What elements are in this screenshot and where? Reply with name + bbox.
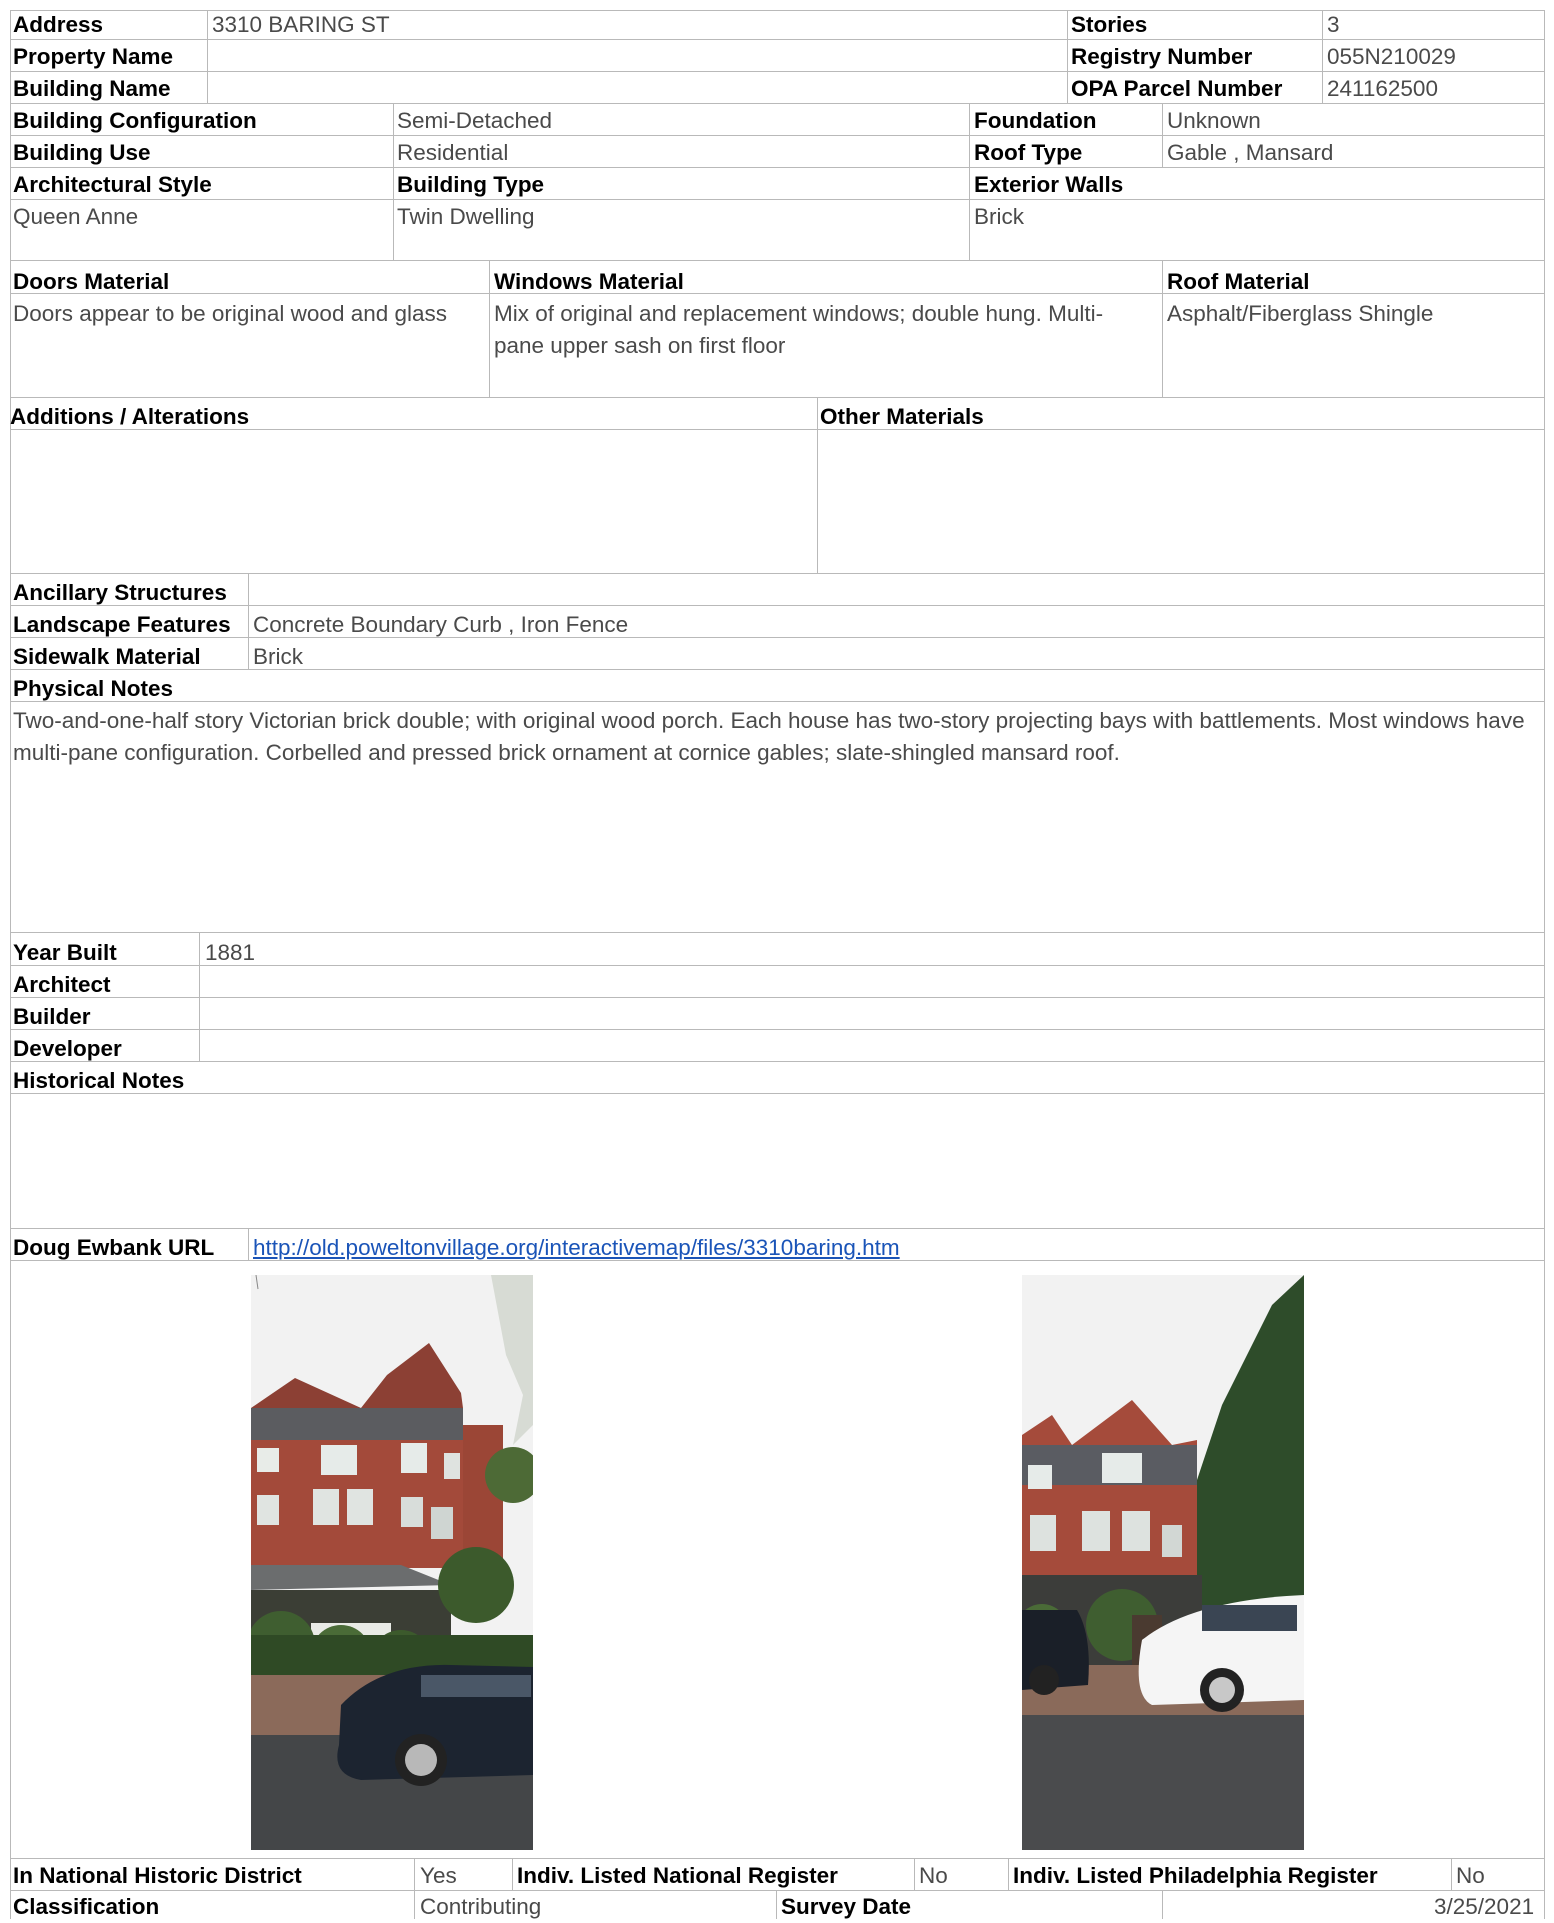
national-historic-district-label: In National Historic District <box>13 1863 302 1888</box>
philadelphia-register-value: No <box>1456 1863 1485 1888</box>
national-register-label: Indiv. Listed National Register <box>517 1863 838 1888</box>
foundation-value: Unknown <box>1167 108 1261 133</box>
historical-notes-label: Historical Notes <box>13 1068 185 1093</box>
grid-line <box>207 10 208 103</box>
grid-line <box>248 573 249 669</box>
grid-line <box>1162 1890 1163 1919</box>
classification-value: Contributing <box>420 1894 542 1919</box>
grid-line <box>1451 1858 1452 1890</box>
building-config-value: Semi-Detached <box>397 108 553 133</box>
building-config-label: Building Configuration <box>13 108 257 133</box>
builder-label: Builder <box>13 1004 91 1029</box>
year-built-label: Year Built <box>13 940 117 965</box>
landscape-features-value: Concrete Boundary Curb , Iron Fence <box>253 612 629 637</box>
roof-type-label: Roof Type <box>974 140 1083 165</box>
grid-line <box>10 1228 1544 1229</box>
additions-label: Additions / Alterations <box>10 404 250 429</box>
grid-line <box>817 397 818 573</box>
grid-line <box>10 199 1544 200</box>
grid-line <box>1008 1858 1009 1890</box>
grid-line <box>10 997 1544 998</box>
opa-parcel-value: 241162500 <box>1327 76 1438 101</box>
grid-line <box>10 932 1544 933</box>
doug-ewbank-url-label: Doug Ewbank URL <box>13 1235 215 1260</box>
building-use-label: Building Use <box>13 140 151 165</box>
doors-material-label: Doors Material <box>13 269 170 294</box>
grid-line <box>1067 10 1068 103</box>
grid-line <box>1322 10 1323 103</box>
doors-material-value: Doors appear to be original wood and gla… <box>13 301 448 326</box>
stories-value: 3 <box>1327 12 1340 37</box>
building-photo-left <box>251 1275 533 1850</box>
grid-line <box>414 1858 415 1919</box>
grid-line <box>10 103 1544 104</box>
grid-line <box>10 701 1544 702</box>
classification-label: Classification <box>13 1894 160 1919</box>
property-name-label: Property Name <box>13 44 174 69</box>
opa-parcel-label: OPA Parcel Number <box>1071 76 1283 101</box>
windows-material-label: Windows Material <box>494 269 684 294</box>
landscape-features-label: Landscape Features <box>13 612 231 637</box>
grid-line <box>393 103 394 260</box>
grid-line <box>199 932 200 1061</box>
grid-line <box>10 71 1544 72</box>
exterior-walls-value: Brick <box>974 204 1024 229</box>
building-type-value: Twin Dwelling <box>397 204 535 229</box>
grid-line <box>10 260 1544 261</box>
doug-ewbank-url-link[interactable]: http://old.poweltonvillage.org/interacti… <box>253 1232 900 1264</box>
ancillary-structures-label: Ancillary Structures <box>13 580 227 605</box>
registry-number-value: 055N210029 <box>1327 44 1456 69</box>
architect-label: Architect <box>13 972 111 997</box>
architectural-style-label: Architectural Style <box>13 172 212 197</box>
grid-line <box>776 1890 777 1919</box>
grid-line <box>10 1029 1544 1030</box>
grid-line <box>1544 10 1545 1919</box>
philadelphia-register-label: Indiv. Listed Philadelphia Register <box>1013 1863 1378 1888</box>
roof-material-label: Roof Material <box>1167 269 1310 294</box>
address-label: Address <box>13 12 104 37</box>
grid-line <box>10 669 1544 670</box>
national-historic-district-value: Yes <box>420 1863 457 1888</box>
grid-line <box>10 1093 1544 1094</box>
grid-line <box>10 293 1544 294</box>
registry-number-label: Registry Number <box>1071 44 1253 69</box>
architectural-style-value: Queen Anne <box>13 204 139 229</box>
building-type-label: Building Type <box>397 172 545 197</box>
stories-label: Stories <box>1071 12 1148 37</box>
grid-line <box>1162 260 1163 397</box>
grid-line <box>10 573 1544 574</box>
building-use-value: Residential <box>397 140 509 165</box>
exterior-walls-label: Exterior Walls <box>974 172 1124 197</box>
roof-material-value: Asphalt/Fiberglass Shingle <box>1167 301 1434 326</box>
survey-date-label: Survey Date <box>781 1894 912 1919</box>
grid-line <box>489 260 490 397</box>
grid-line <box>10 637 1544 638</box>
roof-type-value: Gable , Mansard <box>1167 140 1334 165</box>
foundation-label: Foundation <box>974 108 1097 133</box>
physical-notes-value: Two-and-one-half story Victorian brick d… <box>13 708 1525 765</box>
sidewalk-material-value: Brick <box>253 644 303 669</box>
grid-line <box>969 103 970 260</box>
grid-line <box>10 397 1544 398</box>
building-name-label: Building Name <box>13 76 171 101</box>
grid-line <box>1162 103 1163 167</box>
grid-line <box>10 10 11 1919</box>
grid-line <box>248 1228 249 1260</box>
grid-line <box>10 1061 1544 1062</box>
developer-label: Developer <box>13 1036 122 1061</box>
sidewalk-material-label: Sidewalk Material <box>13 644 201 669</box>
year-built-value: 1881 <box>205 940 256 965</box>
physical-notes-label: Physical Notes <box>13 676 174 701</box>
national-register-value: No <box>919 1863 948 1888</box>
address-value: 3310 BARING ST <box>212 12 390 37</box>
grid-line <box>914 1858 915 1890</box>
building-photo-right <box>1022 1275 1304 1850</box>
grid-line <box>512 1858 513 1890</box>
survey-date-value: 3/25/2021 <box>1434 1894 1535 1919</box>
grid-line <box>10 1858 1544 1859</box>
grid-line <box>10 605 1544 606</box>
property-survey-form: Address 3310 BARING ST Stories 3 Propert… <box>0 0 1554 1919</box>
other-materials-label: Other Materials <box>820 404 984 429</box>
windows-material-value: Mix of original and replacement windows;… <box>494 301 1104 358</box>
